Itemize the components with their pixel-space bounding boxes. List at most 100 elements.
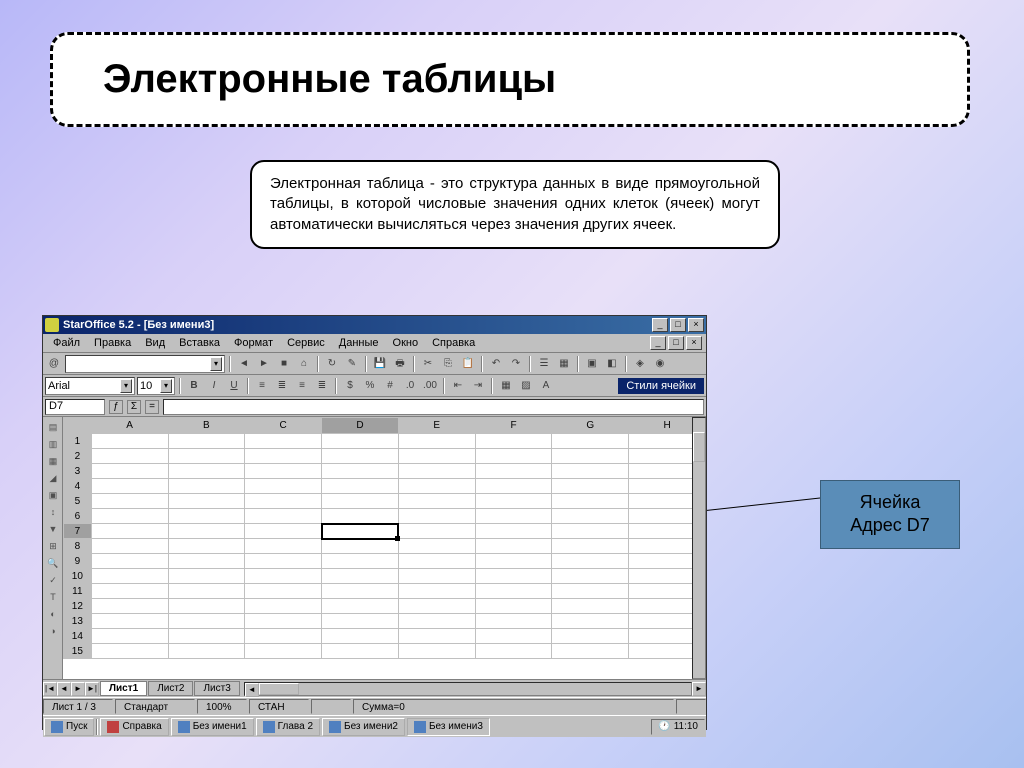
home-icon[interactable]: ⌂ xyxy=(295,355,313,373)
tab-prev-icon[interactable]: ◄ xyxy=(57,682,71,696)
cell-G14[interactable] xyxy=(552,629,629,644)
tab-last-icon[interactable]: ►| xyxy=(85,682,99,696)
cell-C4[interactable] xyxy=(245,479,322,494)
lt-thes-icon[interactable]: Т xyxy=(45,589,61,605)
cell-G12[interactable] xyxy=(552,599,629,614)
cell-D3[interactable] xyxy=(322,464,399,479)
url-icon[interactable]: @ xyxy=(45,355,63,373)
row-header-15[interactable]: 15 xyxy=(64,644,92,659)
cell-F7[interactable] xyxy=(475,524,552,539)
paste-icon[interactable]: 📋 xyxy=(459,355,477,373)
grid-corner[interactable] xyxy=(64,418,92,434)
edit-icon[interactable]: ✎ xyxy=(343,355,361,373)
menu-tools[interactable]: Сервис xyxy=(281,336,331,350)
cell-D7[interactable] xyxy=(322,524,399,539)
col-header-E[interactable]: E xyxy=(398,418,475,434)
cell-B13[interactable] xyxy=(168,614,245,629)
cell-G7[interactable] xyxy=(552,524,629,539)
cell-G4[interactable] xyxy=(552,479,629,494)
fwd-icon[interactable]: ► xyxy=(255,355,273,373)
cell-F10[interactable] xyxy=(475,569,552,584)
cell-E15[interactable] xyxy=(398,644,475,659)
cell-E5[interactable] xyxy=(398,494,475,509)
cell-E6[interactable] xyxy=(398,509,475,524)
task-doc3[interactable]: Без имени2 xyxy=(322,718,405,736)
cell-A2[interactable] xyxy=(91,449,168,464)
cell-B4[interactable] xyxy=(168,479,245,494)
dec-inc-icon[interactable]: .0 xyxy=(401,377,419,395)
cell-A3[interactable] xyxy=(91,464,168,479)
cell-G9[interactable] xyxy=(552,554,629,569)
tb-icon-1[interactable]: ▣ xyxy=(583,355,601,373)
cell-C10[interactable] xyxy=(245,569,322,584)
tray-clock[interactable]: 🕐11:10 xyxy=(651,719,705,735)
cell-G3[interactable] xyxy=(552,464,629,479)
fn-wizard-icon[interactable]: ƒ xyxy=(109,400,123,414)
row-header-13[interactable]: 13 xyxy=(64,614,92,629)
cell-styles-label[interactable]: Стили ячейки xyxy=(618,378,704,394)
back-icon[interactable]: ◄ xyxy=(235,355,253,373)
start-button[interactable]: Пуск xyxy=(44,718,94,736)
menu-help[interactable]: Справка xyxy=(426,336,481,350)
cell-D15[interactable] xyxy=(322,644,399,659)
indent-dec-icon[interactable]: ⇤ xyxy=(449,377,467,395)
lt-insert-icon[interactable]: ▤ xyxy=(45,419,61,435)
cell-C12[interactable] xyxy=(245,599,322,614)
cell-D6[interactable] xyxy=(322,509,399,524)
cell-F4[interactable] xyxy=(475,479,552,494)
tb-icon-2[interactable]: ◧ xyxy=(603,355,621,373)
lt-spell-icon[interactable]: ✓ xyxy=(45,572,61,588)
tab-first-icon[interactable]: |◄ xyxy=(43,682,57,696)
cell-E11[interactable] xyxy=(398,584,475,599)
cell-A11[interactable] xyxy=(91,584,168,599)
task-doc2[interactable]: Глава 2 xyxy=(256,718,320,736)
minimize-button[interactable]: _ xyxy=(652,318,668,332)
row-header-14[interactable]: 14 xyxy=(64,629,92,644)
align-right-icon[interactable]: ≡ xyxy=(293,377,311,395)
menu-data[interactable]: Данные xyxy=(333,336,385,350)
cell-D14[interactable] xyxy=(322,629,399,644)
cell-C14[interactable] xyxy=(245,629,322,644)
save-icon[interactable]: 💾 xyxy=(371,355,389,373)
col-header-G[interactable]: G xyxy=(552,418,629,434)
col-header-D[interactable]: D xyxy=(322,418,399,434)
cell-C5[interactable] xyxy=(245,494,322,509)
row-header-12[interactable]: 12 xyxy=(64,599,92,614)
cell-E12[interactable] xyxy=(398,599,475,614)
cell-E14[interactable] xyxy=(398,629,475,644)
hscroll-right[interactable]: ► xyxy=(692,682,706,696)
cell-C2[interactable] xyxy=(245,449,322,464)
cell-F6[interactable] xyxy=(475,509,552,524)
doc-close[interactable]: × xyxy=(686,336,702,350)
cell-A10[interactable] xyxy=(91,569,168,584)
maximize-button[interactable]: □ xyxy=(670,318,686,332)
url-combo[interactable]: ▾ xyxy=(65,355,225,373)
task-help[interactable]: Справка xyxy=(100,718,168,736)
cell-E2[interactable] xyxy=(398,449,475,464)
navigator-icon[interactable]: ☰ xyxy=(535,355,553,373)
cell-E3[interactable] xyxy=(398,464,475,479)
cell-E10[interactable] xyxy=(398,569,475,584)
cell-C9[interactable] xyxy=(245,554,322,569)
row-header-2[interactable]: 2 xyxy=(64,449,92,464)
cell-G2[interactable] xyxy=(552,449,629,464)
cell-C13[interactable] xyxy=(245,614,322,629)
cell-A1[interactable] xyxy=(91,434,168,449)
tb-icon-3[interactable]: ◈ xyxy=(631,355,649,373)
cell-E8[interactable] xyxy=(398,539,475,554)
lt-form-icon[interactable]: ▣ xyxy=(45,487,61,503)
lt-misc1-icon[interactable]: ◐ xyxy=(45,606,61,622)
cell-C8[interactable] xyxy=(245,539,322,554)
sheet-tab-1[interactable]: Лист1 xyxy=(100,681,147,696)
cell-B6[interactable] xyxy=(168,509,245,524)
lt-chart-icon[interactable]: ▥ xyxy=(45,436,61,452)
redo-icon[interactable]: ↷ xyxy=(507,355,525,373)
cell-A8[interactable] xyxy=(91,539,168,554)
cell-F12[interactable] xyxy=(475,599,552,614)
doc-maximize[interactable]: □ xyxy=(668,336,684,350)
cell-B7[interactable] xyxy=(168,524,245,539)
cell-B11[interactable] xyxy=(168,584,245,599)
row-header-10[interactable]: 10 xyxy=(64,569,92,584)
cell-F8[interactable] xyxy=(475,539,552,554)
close-button[interactable]: × xyxy=(688,318,704,332)
